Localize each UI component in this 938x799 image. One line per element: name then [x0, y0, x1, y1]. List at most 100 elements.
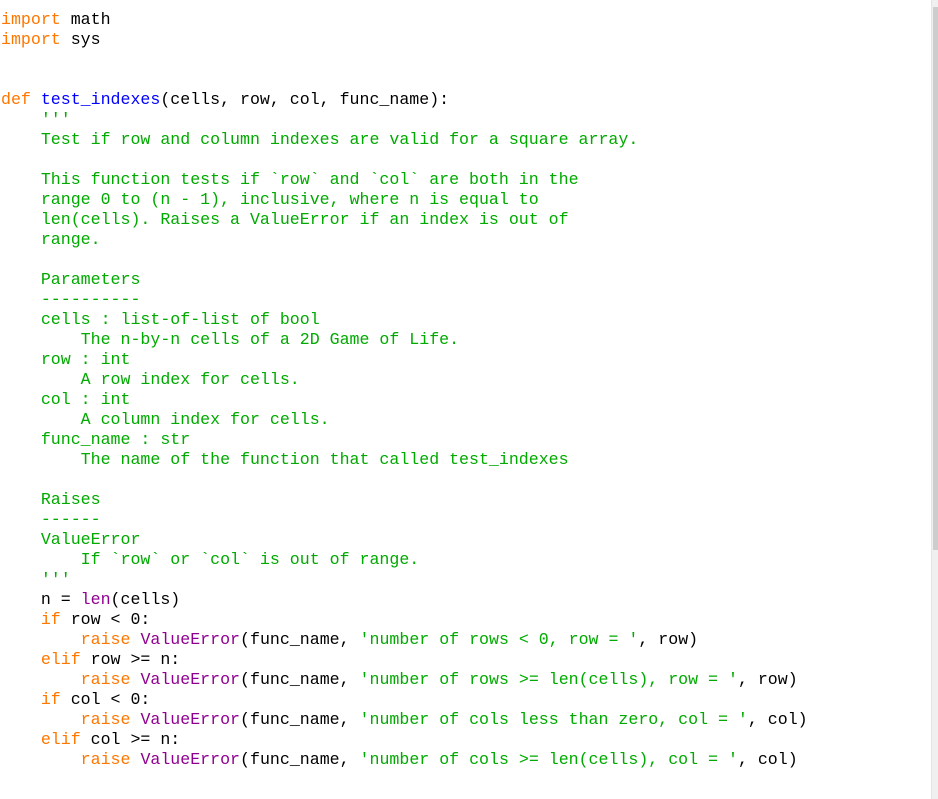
string-token: The name of the function that called tes… — [1, 450, 569, 469]
code-token: , row) — [737, 670, 798, 689]
code-token: n = — [1, 590, 81, 609]
string-token: 'number of cols less than zero, col = ' — [359, 710, 748, 729]
code-line: if row < 0: — [1, 610, 808, 630]
code-line: If `row` or `col` is out of range. — [1, 550, 808, 570]
code-line: This function tests if `row` and `col` a… — [1, 170, 808, 190]
code-token: sys — [60, 30, 101, 49]
code-token: math — [60, 10, 111, 29]
code-line: range. — [1, 230, 808, 250]
keyword-token: import — [1, 10, 61, 29]
code-token: , col) — [747, 710, 808, 729]
builtin-token: ValueError — [140, 750, 241, 769]
keyword-token: if — [40, 610, 61, 629]
code-line: raise ValueError(func_name, 'number of c… — [1, 710, 808, 730]
string-token: Test if row and column indexes are valid… — [1, 130, 639, 149]
code-line: row : int — [1, 350, 808, 370]
string-token: ------ — [1, 510, 101, 529]
builtin-token: ValueError — [140, 670, 241, 689]
code-token: (func_name, — [240, 630, 360, 649]
code-line: ------ — [1, 510, 808, 530]
string-token: ''' — [1, 570, 71, 589]
string-token: row : int — [1, 350, 131, 369]
builtin-token: ValueError — [140, 710, 241, 729]
string-token: If `row` or `col` is out of range. — [1, 550, 420, 569]
code-line: ---------- — [1, 290, 808, 310]
code-line: import sys — [1, 30, 808, 50]
code-token: row >= n: — [80, 650, 181, 669]
keyword-token: raise — [80, 710, 131, 729]
code-token: (func_name, — [240, 750, 360, 769]
code-token: , row) — [638, 630, 699, 649]
code-token: row < 0: — [60, 610, 151, 629]
code-line: raise ValueError(func_name, 'number of c… — [1, 750, 808, 770]
string-token: func_name : str — [1, 430, 191, 449]
string-token: range. — [1, 230, 101, 249]
builtin-token: len — [80, 590, 111, 609]
keyword-token: import — [1, 30, 61, 49]
keyword-token: raise — [80, 630, 131, 649]
code-token: (func_name, — [240, 670, 360, 689]
code-line: elif row >= n: — [1, 650, 808, 670]
code-line: col : int — [1, 390, 808, 410]
keyword-token: elif — [40, 650, 81, 669]
code-text-area[interactable]: import math import sys def test_indexes(ce… — [1, 10, 808, 770]
code-token: col >= n: — [80, 730, 181, 749]
string-token: ''' — [1, 110, 71, 129]
code-line: The name of the function that called tes… — [1, 450, 808, 470]
code-token: col < 0: — [60, 690, 151, 709]
code-line: ''' — [1, 570, 808, 590]
string-token: Parameters — [1, 270, 141, 289]
string-token: 'number of rows < 0, row = ' — [359, 630, 639, 649]
code-line: ValueError — [1, 530, 808, 550]
string-token: ValueError — [1, 530, 141, 549]
code-line: raise ValueError(func_name, 'number of r… — [1, 670, 808, 690]
code-line: n = len(cells) — [1, 590, 808, 610]
keyword-token: if — [40, 690, 61, 709]
string-token: cells : list-of-list of bool — [1, 310, 320, 329]
scrollbar-thumb[interactable] — [933, 7, 938, 550]
code-line: Parameters — [1, 270, 808, 290]
code-line: range 0 to (n - 1), inclusive, where n i… — [1, 190, 808, 210]
code-line: def test_indexes(cells, row, col, func_n… — [1, 90, 808, 110]
function-name-token: test_indexes — [40, 90, 161, 109]
string-token: col : int — [1, 390, 131, 409]
string-token: A column index for cells. — [1, 410, 330, 429]
vertical-scrollbar[interactable] — [931, 0, 938, 799]
code-line: import math — [1, 10, 808, 30]
code-line: A column index for cells. — [1, 410, 808, 430]
string-token: This function tests if `row` and `col` a… — [1, 170, 579, 189]
keyword-token: raise — [80, 750, 131, 769]
string-token: len(cells). Raises a ValueError if an in… — [1, 210, 569, 229]
code-token: , col) — [737, 750, 798, 769]
string-token: The n-by-n cells of a 2D Game of Life. — [1, 330, 460, 349]
string-token: 'number of rows >= len(cells), row = ' — [359, 670, 738, 689]
keyword-token: raise — [80, 670, 131, 689]
code-line: ''' — [1, 110, 808, 130]
code-editor[interactable]: import math import sys def test_indexes(ce… — [0, 0, 930, 799]
code-line: if col < 0: — [1, 690, 808, 710]
code-line: elif col >= n: — [1, 730, 808, 750]
keyword-token: elif — [40, 730, 81, 749]
string-token: Raises — [1, 490, 101, 509]
code-token: (func_name, — [240, 710, 360, 729]
code-line: raise ValueError(func_name, 'number of r… — [1, 630, 808, 650]
string-token: 'number of cols >= len(cells), col = ' — [359, 750, 738, 769]
code-line: Raises — [1, 490, 808, 510]
code-line: func_name : str — [1, 430, 808, 450]
